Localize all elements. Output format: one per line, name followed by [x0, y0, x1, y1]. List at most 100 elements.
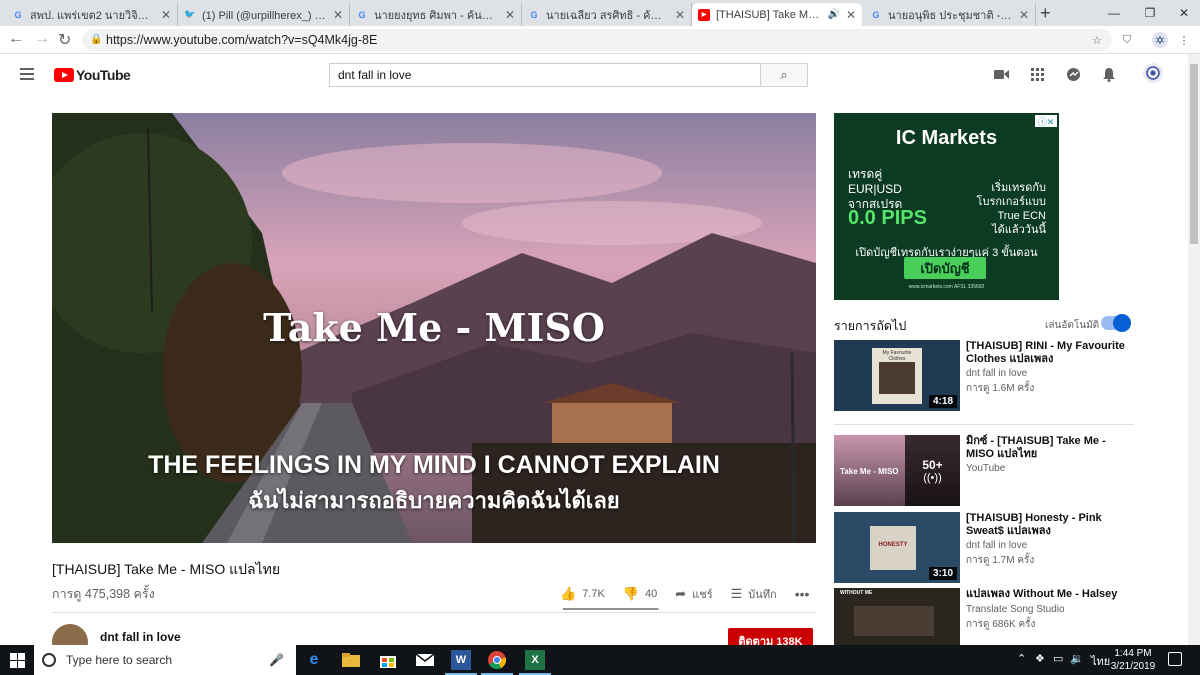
file-explorer-icon[interactable]	[341, 650, 361, 670]
word-icon[interactable]: W	[445, 650, 477, 675]
up-next-item[interactable]: HONESTY 3:10 [THAISUB] Honesty - Pink Sw…	[834, 512, 1134, 584]
tab-title: สพป. แพร่เขต2 นายวิจิตร - ค้นหาด้วย	[30, 9, 155, 22]
chrome-icon[interactable]	[481, 650, 513, 675]
windows-start-icon[interactable]	[10, 653, 25, 668]
save-button[interactable]: ☰ บันทึก	[731, 585, 777, 603]
thumbnail-clothes	[879, 362, 915, 394]
back-icon[interactable]: ←	[8, 30, 24, 48]
logo-text: YouTube	[76, 67, 131, 83]
dislike-count: 40	[645, 588, 658, 600]
like-button[interactable]: 👍 7.7K	[560, 586, 605, 602]
reload-icon[interactable]: ↻	[58, 30, 71, 50]
excel-icon[interactable]: X	[519, 650, 551, 675]
browser-tab[interactable]: G สพป. แพร่เขต2 นายวิจิตร - ค้นหาด้วย ✕	[6, 3, 178, 26]
tab-title: (1) Pill (@urpillherex_) | ทวิตเตอร์	[202, 9, 327, 22]
taskbar-search-placeholder: Type here to search	[66, 653, 173, 667]
mail-icon[interactable]	[415, 650, 435, 670]
search-icon: ⌕	[780, 67, 788, 82]
windows-taskbar: Type here to search 🎤 e W X ⌃ ❖ ▭ 🔉 ไทย …	[0, 645, 1200, 675]
video-thumbnail[interactable]: Take Me - MISO 50+ ((•))	[834, 435, 960, 506]
sidebar-ad[interactable]: IC Markets เทรดคู่ EUR|USD จากสเปรด เริ่…	[834, 113, 1059, 300]
network-icon[interactable]: ▭	[1053, 652, 1063, 665]
close-icon[interactable]: ✕	[846, 8, 856, 22]
dislike-button[interactable]: 👎 40	[623, 586, 657, 602]
forward-icon[interactable]: →	[34, 30, 50, 48]
speaker-icon[interactable]: 🔊	[827, 9, 839, 20]
taskbar-search-input[interactable]: Type here to search 🎤	[34, 645, 296, 675]
video-overlay-title: Take Me - MISO	[263, 305, 605, 350]
star-icon[interactable]: ☆	[1089, 32, 1105, 48]
hamburger-menu-icon[interactable]	[20, 68, 34, 83]
messages-icon[interactable]	[1065, 66, 1081, 82]
edge-icon[interactable]: e	[304, 650, 324, 670]
close-icon[interactable]: ✕	[333, 8, 343, 22]
google-icon: G	[14, 9, 22, 20]
autoplay-toggle[interactable]	[1101, 314, 1131, 332]
youtube-icon: ▶	[698, 8, 710, 21]
channel-name: dnt fall in love	[966, 540, 1028, 551]
url-text: https://www.youtube.com/watch?v=sQ4Mk4jg…	[106, 33, 378, 47]
up-next-mix-item[interactable]: Take Me - MISO 50+ ((•)) มิกซ์ - [THAISU…	[834, 435, 1134, 507]
volume-icon[interactable]: 🔉	[1070, 652, 1084, 665]
notification-center-icon[interactable]	[1168, 652, 1182, 666]
video-thumbnail[interactable]: HONESTY 3:10	[834, 512, 960, 583]
up-next-item[interactable]: My Favourite Clothes 4:18 [THAISUB] RINI…	[834, 340, 1134, 412]
dropbox-icon[interactable]: ❖	[1035, 652, 1045, 665]
toggle-knob	[1113, 314, 1131, 332]
video-title: [THAISUB] RINI - My Favourite Clothes แป…	[966, 340, 1125, 365]
create-video-icon[interactable]	[993, 66, 1009, 82]
address-bar[interactable]: 🔒 https://www.youtube.com/watch?v=sQ4Mk4…	[82, 29, 1112, 51]
more-actions-button[interactable]: •••	[795, 586, 816, 602]
share-button[interactable]: ➦ แชร์	[675, 585, 712, 603]
video-thumbnail[interactable]: My Favourite Clothes 4:18	[834, 340, 960, 411]
like-ratio-bar	[563, 608, 659, 610]
close-icon[interactable]: ✕	[675, 8, 685, 22]
browser-tab-active[interactable]: ▶ [THAISUB] Take Me - MISO 🔊 ✕	[692, 3, 862, 26]
system-clock[interactable]: 1:44 PM 3/21/2019	[1108, 647, 1158, 673]
broadcast-icon: ((•))	[923, 471, 942, 484]
menu-icon[interactable]: ⋮	[1176, 32, 1192, 48]
mix-count: 50+	[922, 457, 943, 472]
browser-tab[interactable]: G นายยงยุทธ ศิมพา - ค้นหาด้วย Goo ✕	[350, 3, 522, 26]
close-window-button[interactable]: ✕	[1164, 0, 1200, 26]
youtube-logo[interactable]: YouTube	[54, 67, 131, 83]
view-count: การดู 1.7M ครั้ง	[966, 555, 1035, 566]
playlist-add-icon: ☰	[730, 586, 743, 601]
browser-tab[interactable]: G นายเฉลียว สรศิทธิ - ค้นหาด้วย Goo ✕	[522, 3, 692, 26]
autoplay-label: เล่นอัตโนมัติ	[1045, 320, 1100, 331]
ad-info-icon[interactable]: ⓘ✕	[1035, 115, 1057, 127]
thumbnail-text: My Favourite Clothes	[882, 350, 912, 362]
search-input[interactable]: dnt fall in love	[329, 63, 761, 87]
store-icon[interactable]	[378, 650, 398, 670]
close-icon[interactable]: ✕	[161, 8, 171, 22]
close-icon[interactable]: ✕	[505, 8, 515, 22]
notifications-bell-icon[interactable]	[1101, 66, 1117, 82]
video-title: [THAISUB] Take Me - MISO แปลไทย	[52, 561, 281, 577]
search-button[interactable]: ⌕	[760, 63, 808, 87]
thumbnail-frame	[870, 526, 916, 570]
video-thumbnail[interactable]: WITHOUT ME	[834, 588, 960, 645]
browser-tab-strip: G สพป. แพร่เขต2 นายวิจิตร - ค้นหาด้วย ✕ …	[0, 0, 1200, 26]
minimize-button[interactable]: —	[1094, 0, 1134, 26]
profile-avatar[interactable]: ✲	[1152, 32, 1168, 48]
channel-name[interactable]: dnt fall in love	[100, 630, 181, 644]
new-tab-button[interactable]: +	[1040, 3, 1051, 24]
like-ratio-fill	[563, 608, 659, 610]
close-icon[interactable]: ✕	[1019, 8, 1029, 22]
browser-tab[interactable]: G นายอนุพิธ ประชุมชาติ - ค้นหาด้วย ✕	[864, 3, 1036, 26]
page-scrollbar[interactable]	[1188, 54, 1200, 645]
browser-tab[interactable]: 🐦 (1) Pill (@urpillherex_) | ทวิตเตอร์ ✕	[178, 3, 350, 26]
tray-chevron-icon[interactable]: ⌃	[1017, 652, 1026, 665]
thumbs-up-icon: 👍	[560, 586, 577, 601]
shield-icon[interactable]: ⛉	[1119, 32, 1135, 48]
account-avatar[interactable]	[1143, 63, 1163, 83]
scrollbar-thumb[interactable]	[1190, 64, 1198, 244]
ad-cta-button[interactable]: เปิดบัญชี	[904, 257, 986, 279]
apps-grid-icon[interactable]	[1029, 66, 1045, 82]
video-player[interactable]: Take Me - MISO THE FEELINGS IN MY MIND I…	[52, 113, 816, 543]
ad-pips: 0.0 PIPS	[848, 207, 927, 229]
channel-name: dnt fall in love	[966, 368, 1028, 379]
microphone-icon[interactable]: 🎤	[269, 653, 284, 667]
thumbnail-text: Take Me - MISO	[840, 467, 899, 476]
ad-text-ecn: เริ่มเทรดกับโบรกเกอร์แบบ True ECN ได้แล้…	[976, 182, 1046, 236]
